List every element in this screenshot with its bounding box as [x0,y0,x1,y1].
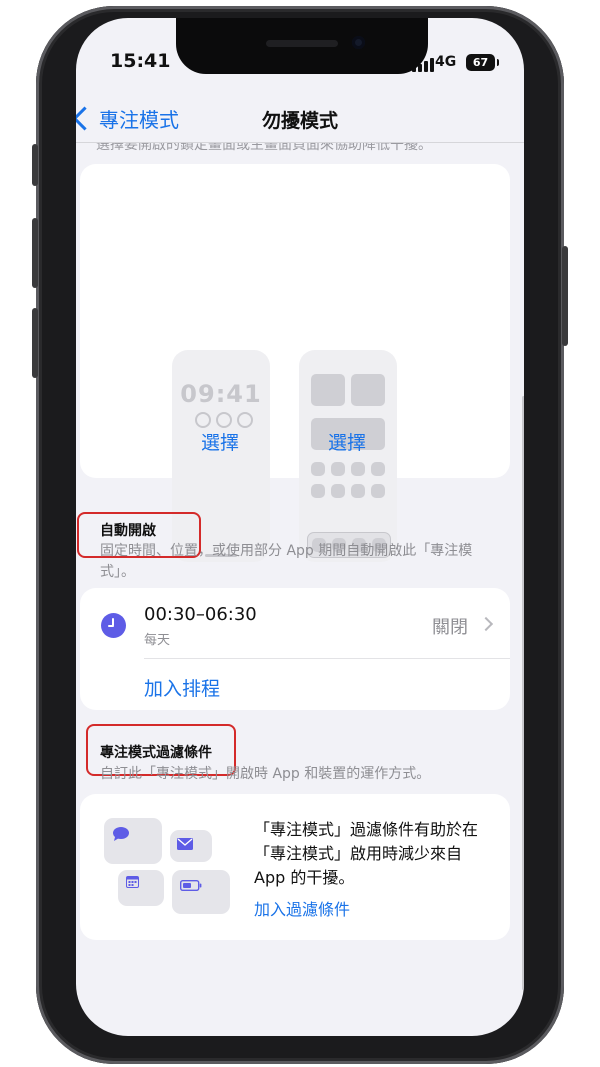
choose-lock-screen-button[interactable]: 選擇 [201,428,239,455]
calendar-tile [118,870,164,906]
app-icon-placeholder [311,484,325,498]
schedule-state: 關閉 [432,617,468,638]
choose-home-screen-button[interactable]: 選擇 [328,428,366,455]
volume-down-button [32,308,38,378]
page-title: 勿擾模式 [261,110,338,132]
mail-tile [170,830,212,862]
notch [176,18,428,74]
status-time: 15:41 [110,50,171,72]
app-icon-placeholder [351,462,365,476]
front-camera [352,36,365,49]
home-screen-preview[interactable] [299,350,397,562]
focus-filters-body: 「專注模式」過濾條件有助於在「專注模式」啟用時減少來自 App 的干擾。 [254,820,479,887]
envelope-icon [177,838,193,850]
battery-tile [172,870,230,914]
widget-block [351,374,385,406]
clock-icon [101,613,126,638]
app-icon-placeholder [371,484,385,498]
screen: 15:41 4G 67 專注模式 勿擾模式 選擇要開啟的鎖定畫面或主畫面頁面來協… [76,18,524,1036]
calendar-icon [126,876,139,888]
widget-dots [195,412,253,428]
focus-filters-description: 自訂此「專注模式」開啟時 App 和裝置的運作方式。 [100,766,431,782]
schedule-row[interactable]: 00:30–06:30 每天 關閉 [80,588,510,658]
network-label: 4G [435,54,457,70]
add-schedule-button[interactable]: 加入排程 [144,674,220,701]
focus-filters-card: 「專注模式」過濾條件有助於在「專注模式」啟用時減少來自 App 的干擾。 加入過… [80,794,510,940]
widget-block [311,374,345,406]
power-button [562,246,568,346]
lock-preview-time: 09:41 [180,380,262,408]
low-power-battery-icon [180,880,202,891]
app-icon-placeholder [311,462,325,476]
schedule-card: 00:30–06:30 每天 關閉 加入排程 [80,588,510,710]
chevron-right-icon [478,616,494,632]
battery-icon: 67 [466,54,499,71]
schedule-time-range: 00:30–06:30 [144,604,257,625]
app-icon-placeholder [331,462,345,476]
add-filter-button[interactable]: 加入過濾條件 [254,896,350,920]
action-button [32,144,38,186]
scrollbar[interactable] [522,396,524,990]
app-icon-placeholder [351,484,365,498]
messages-tile [104,818,162,864]
speaker-grille [266,40,338,47]
chat-bubble-icon [113,827,129,841]
auto-on-description: 固定時間、位置，或使用部分 App 期間自動開啟此「專注模式」。 [100,543,473,580]
divider [144,658,510,659]
app-icon-placeholder [371,462,385,476]
schedule-days: 每天 [144,633,171,648]
volume-up-button [32,218,38,288]
app-icon-placeholder [331,484,345,498]
screen-options-card: 09:41 選擇 選擇 [80,164,510,562]
navigation-bar: 專注模式 勿擾模式 [76,96,524,143]
